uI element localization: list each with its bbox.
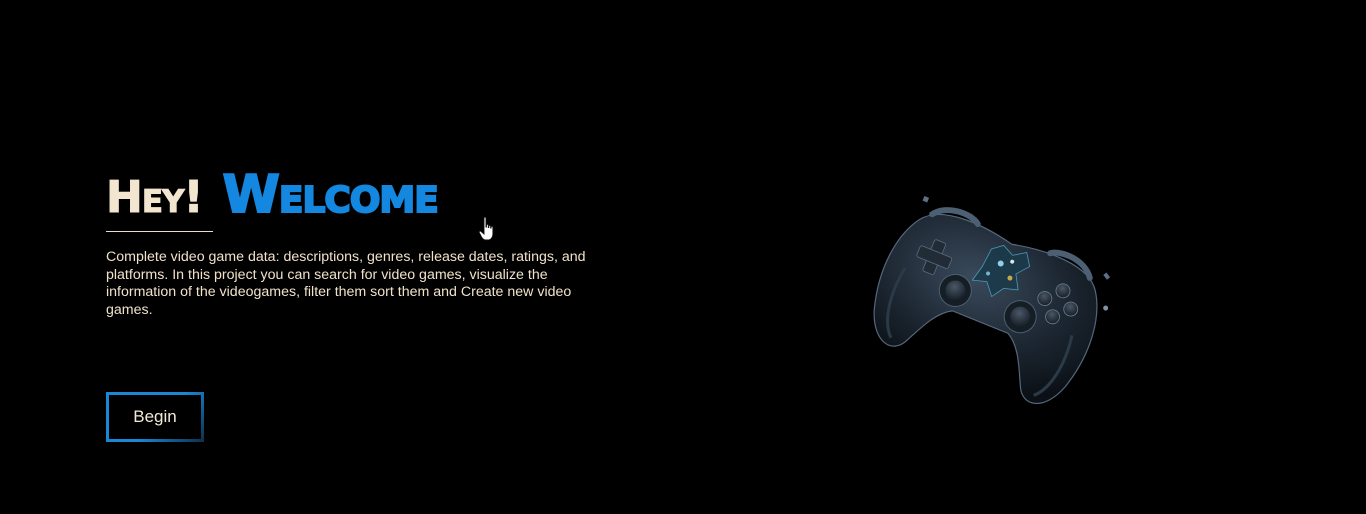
begin-button[interactable]: Begin xyxy=(106,392,204,442)
headline: Hey! Welcome xyxy=(106,164,626,226)
landing-page: Hey! Welcome Complete video game data: d… xyxy=(0,0,1366,514)
greeting-text: Hey! xyxy=(106,172,205,224)
project-description: Complete video game data: descriptions, … xyxy=(106,249,586,318)
headline-divider xyxy=(106,231,213,232)
game-controller-illustration xyxy=(873,196,1111,404)
hero-section: Hey! Welcome Complete video game data: d… xyxy=(106,164,626,333)
hand-pointer-icon xyxy=(478,216,494,241)
begin-button-label: Begin xyxy=(133,407,177,426)
welcome-title: Welcome xyxy=(222,164,440,226)
